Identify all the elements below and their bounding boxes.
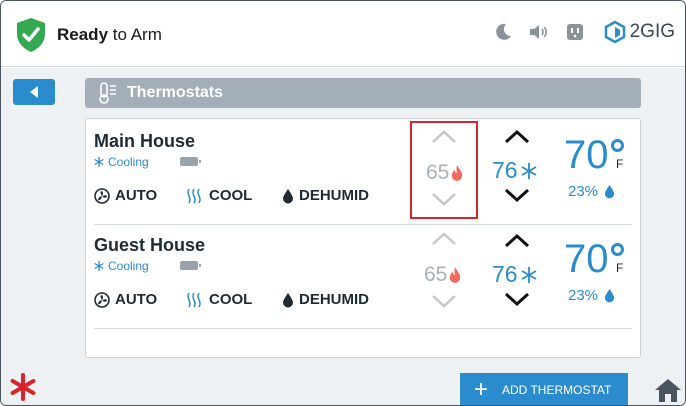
thermostat-name: Guest House bbox=[94, 235, 206, 255]
outlet-icon[interactable] bbox=[564, 21, 586, 43]
system-mode-label: COOL bbox=[209, 187, 253, 204]
temperature-unit: F bbox=[616, 157, 624, 171]
dehumid-button[interactable]: DEHUMID bbox=[282, 291, 369, 308]
system-mode-button[interactable]: COOL bbox=[186, 291, 282, 308]
water-drop-icon bbox=[604, 185, 615, 199]
thermostat-list: Main House Cooling AUTO COOL DEHUMID 65 … bbox=[85, 118, 641, 358]
temperature-value: 70 bbox=[564, 133, 609, 177]
dehumid-button[interactable]: DEHUMID bbox=[282, 187, 369, 204]
cool-setpoint-value: 76 bbox=[492, 157, 518, 183]
temperature-value: 70 bbox=[564, 237, 609, 281]
dehumid-label: DEHUMID bbox=[299, 291, 369, 308]
heat-waves-icon bbox=[187, 292, 201, 307]
cool-up-chevron-icon[interactable] bbox=[503, 233, 531, 249]
emergency-asterisk-icon[interactable] bbox=[9, 373, 37, 405]
heat-down-chevron-icon[interactable] bbox=[430, 191, 458, 207]
thermostat-mode: Cooling bbox=[94, 259, 149, 273]
heat-setpoint-control: 65 bbox=[410, 225, 478, 323]
water-drop-icon bbox=[283, 188, 293, 203]
fan-mode-label: AUTO bbox=[115, 187, 158, 204]
cool-down-chevron-icon[interactable] bbox=[503, 187, 531, 203]
shield-check-icon[interactable] bbox=[15, 17, 47, 53]
back-arrow-icon bbox=[30, 86, 38, 98]
current-temperature: 70 F bbox=[564, 239, 634, 279]
water-drop-icon bbox=[604, 289, 615, 303]
humidity-value: 23% bbox=[568, 183, 599, 200]
heat-setpoint: 65 bbox=[424, 263, 461, 287]
fan-icon bbox=[94, 291, 110, 308]
thermometer-icon bbox=[99, 82, 116, 104]
speaker-icon[interactable] bbox=[528, 21, 550, 43]
heat-waves-icon bbox=[187, 188, 201, 203]
thermostat-row-main-house[interactable]: Main House Cooling AUTO COOL DEHUMID 65 … bbox=[94, 121, 632, 225]
heat-up-chevron-icon[interactable] bbox=[430, 129, 458, 145]
degree-symbol bbox=[611, 243, 624, 256]
thermostat-name: Main House bbox=[94, 131, 196, 151]
snowflake-icon bbox=[521, 162, 537, 179]
heat-up-chevron-icon[interactable] bbox=[430, 231, 458, 247]
battery-icon bbox=[180, 157, 201, 166]
thermostat-mode: Cooling bbox=[94, 155, 149, 169]
cool-setpoint-value: 76 bbox=[492, 261, 518, 287]
cool-up-chevron-icon[interactable] bbox=[503, 129, 531, 145]
add-thermostat-label: ADD THERMOSTAT bbox=[502, 383, 612, 397]
status-state: Ready bbox=[57, 25, 109, 44]
mode-controls: AUTO COOL DEHUMID bbox=[94, 187, 369, 204]
mode-label: Cooling bbox=[108, 155, 149, 169]
moon-icon[interactable] bbox=[492, 21, 514, 43]
fan-mode-button[interactable]: AUTO bbox=[94, 291, 186, 308]
security-status[interactable]: Ready to Arm bbox=[57, 25, 162, 45]
heat-setpoint-control: 65 bbox=[410, 121, 478, 219]
degree-symbol bbox=[611, 139, 624, 152]
heat-setpoint: 65 bbox=[426, 161, 463, 185]
humidity: 23% bbox=[568, 287, 615, 304]
home-icon[interactable] bbox=[653, 377, 683, 403]
brand-logo-icon bbox=[604, 21, 625, 43]
flame-icon bbox=[452, 165, 463, 181]
header-icons: 2GIG bbox=[492, 21, 675, 43]
system-mode-label: COOL bbox=[209, 291, 253, 308]
snowflake-icon bbox=[94, 157, 104, 167]
flame-icon bbox=[450, 267, 461, 283]
cool-setpoint-control: 76 bbox=[486, 225, 548, 323]
page-title-bar: Thermostats bbox=[85, 78, 641, 108]
thermostat-row-guest-house[interactable]: Guest House Cooling AUTO COOL DEHUMID 65… bbox=[94, 225, 632, 329]
brand-name: 2GIG bbox=[629, 21, 675, 42]
brand-logo: 2GIG bbox=[604, 21, 675, 43]
dehumid-label: DEHUMID bbox=[299, 187, 369, 204]
heat-setpoint-value: 65 bbox=[424, 263, 448, 286]
page-title: Thermostats bbox=[127, 84, 224, 101]
battery-icon bbox=[180, 261, 201, 270]
status-action: to Arm bbox=[108, 25, 162, 44]
temperature-unit: F bbox=[616, 261, 624, 275]
heat-setpoint-value: 65 bbox=[426, 161, 450, 184]
app-frame: Ready to Arm 2GIG Thermostats Main House… bbox=[0, 0, 686, 406]
water-drop-icon bbox=[283, 292, 293, 307]
mode-label: Cooling bbox=[108, 259, 149, 273]
heat-down-chevron-icon[interactable] bbox=[430, 293, 458, 309]
add-thermostat-button[interactable]: + ADD THERMOSTAT bbox=[460, 373, 628, 405]
plus-icon: + bbox=[474, 376, 489, 403]
snowflake-icon bbox=[521, 266, 537, 283]
fan-icon bbox=[94, 187, 110, 204]
fan-mode-label: AUTO bbox=[115, 291, 158, 308]
cool-setpoint: 76 bbox=[492, 157, 537, 184]
system-mode-button[interactable]: COOL bbox=[186, 187, 282, 204]
header: Ready to Arm 2GIG bbox=[1, 1, 685, 67]
cool-setpoint-control: 76 bbox=[486, 121, 548, 219]
current-temperature: 70 F bbox=[564, 135, 634, 175]
back-button[interactable] bbox=[13, 79, 55, 105]
snowflake-icon bbox=[94, 261, 104, 271]
humidity: 23% bbox=[568, 183, 615, 200]
mode-controls: AUTO COOL DEHUMID bbox=[94, 291, 369, 308]
cool-setpoint: 76 bbox=[492, 261, 537, 288]
cool-down-chevron-icon[interactable] bbox=[503, 291, 531, 307]
fan-mode-button[interactable]: AUTO bbox=[94, 187, 186, 204]
humidity-value: 23% bbox=[568, 287, 599, 304]
